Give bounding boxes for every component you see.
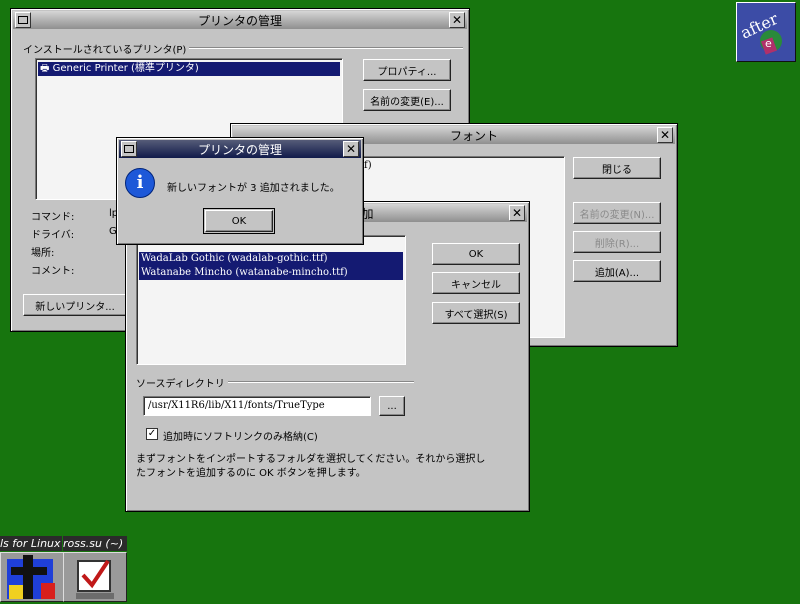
symlink-checkbox[interactable]: ✓ (146, 428, 158, 440)
dock-check-button[interactable] (63, 552, 127, 602)
symlink-label[interactable]: 追加時にソフトリンクのみ格納(C) (163, 428, 318, 443)
source-dir-input[interactable]: /usr/X11R6/lib/X11/fonts/TrueType (143, 396, 371, 416)
close-icon: ✕ (451, 13, 463, 27)
printer-list-item[interactable]: 🖶 Generic Printer (標準プリンタ) (38, 62, 340, 76)
close-button[interactable]: ✕ (343, 141, 359, 157)
message-dialog-titlebar[interactable]: プリンタの管理 ✕ (119, 140, 361, 158)
source-dir-label: ソースディレクトリ (136, 375, 228, 390)
add-font-button[interactable]: 追加(A)... (573, 260, 661, 282)
new-printer-button[interactable]: 新しいプリンタ... (23, 294, 127, 316)
dialog-message: 新しいフォントが 3 追加されました。 (167, 183, 340, 194)
comment-label: コメント: (31, 266, 75, 277)
close-font-window-button[interactable]: 閉じる (573, 157, 661, 179)
import-font-list[interactable]: WadaLab Gothic (wadalab-gothic.ttf) Wata… (136, 235, 406, 365)
cancel-button[interactable]: キャンセル (432, 272, 520, 294)
rename-font-button[interactable]: 名前の変更(N)... (573, 202, 661, 224)
dock-app-button[interactable] (0, 552, 64, 602)
taskbar-item-terminal[interactable]: ross.su (~) (63, 536, 127, 551)
instructions-text: まずフォントをインポートするフォルダを選択してください。それから選択し たフォン… (136, 454, 486, 479)
message-dialog: プリンタの管理 ✕ i 新しいフォントが 3 追加されました。 OK (116, 137, 364, 245)
afterstep-logo[interactable]: after e (736, 2, 796, 62)
delete-font-button[interactable]: 削除(R)... (573, 231, 661, 253)
window-title: プリンタの管理 (197, 13, 282, 28)
close-button[interactable]: ✕ (509, 205, 525, 221)
window-menu-button[interactable] (15, 12, 31, 28)
location-label: 場所: (31, 248, 55, 259)
printer-manager-titlebar[interactable]: プリンタの管理 ✕ (13, 11, 467, 29)
close-icon: ✕ (511, 206, 523, 220)
font-list-item[interactable]: Watanabe Mincho (watanabe-mincho.ttf) (139, 266, 403, 280)
window-menu-icon (18, 16, 28, 24)
dialog-title: プリンタの管理 (197, 142, 282, 157)
window-menu-icon (124, 145, 134, 153)
checkmark-icon: ✓ (147, 428, 157, 439)
installed-printers-label: インストールされているプリンタ(P) (23, 41, 190, 56)
window-menu-button[interactable] (121, 141, 137, 157)
close-button[interactable]: ✕ (449, 12, 465, 28)
app-launcher-icon (7, 555, 55, 599)
window-title: フォント (449, 128, 498, 143)
add-font-window: 加 ✕ WadaLab Gothic (wadalab-gothic.ttf) … (125, 201, 530, 512)
browse-button[interactable]: ... (379, 396, 405, 416)
dialog-ok-button[interactable]: OK (203, 208, 275, 234)
checkbox-tool-icon (76, 559, 114, 599)
taskbar-item-ls[interactable]: ls for Linux (0, 536, 62, 551)
printer-icon: 🖶 (40, 63, 53, 74)
ok-button[interactable]: OK (432, 243, 520, 265)
svg-text:e: e (765, 37, 772, 50)
close-icon: ✕ (345, 142, 357, 156)
select-all-button[interactable]: すべて選択(S) (432, 302, 520, 324)
info-icon: i (125, 168, 155, 198)
font-list-item[interactable]: ttf) (354, 159, 562, 173)
close-button[interactable]: ✕ (657, 127, 673, 143)
rename-printer-button[interactable]: 名前の変更(E)... (363, 89, 451, 111)
driver-label: ドライバ: (31, 230, 75, 241)
properties-button[interactable]: プロパティ... (363, 59, 451, 81)
close-icon: ✕ (659, 128, 671, 142)
font-list-item[interactable]: WadaLab Gothic (wadalab-gothic.ttf) (139, 252, 403, 266)
command-label: コマンド: (31, 212, 75, 223)
